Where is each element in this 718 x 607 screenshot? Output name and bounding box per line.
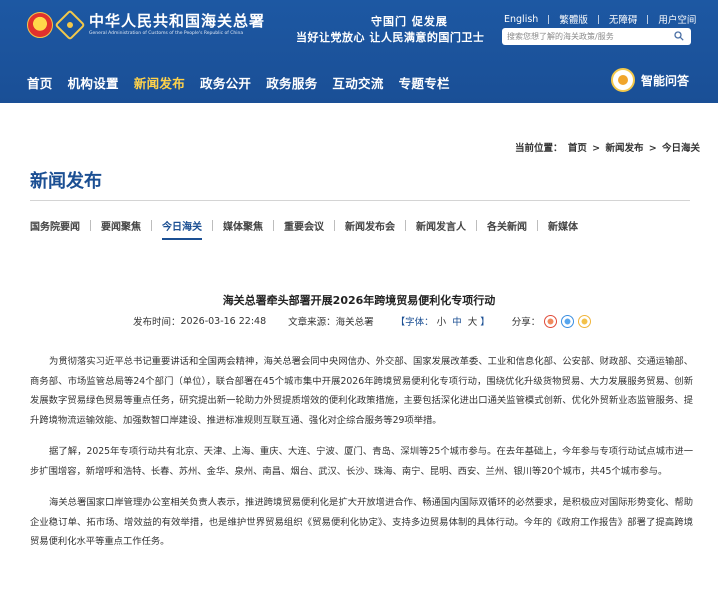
logo-subtitle: General Administration of Customs of the…	[89, 31, 244, 36]
subnav-media-focus[interactable]: 媒体聚焦	[223, 218, 263, 233]
nav-home[interactable]: 首页	[27, 73, 53, 92]
slogan-line-2: 当好让党放心 让人民满意的国门卫士	[296, 31, 485, 44]
font-size-medium-button[interactable]: 中	[452, 314, 462, 328]
slogan-line-1: 守国门 促发展	[371, 15, 448, 28]
divider	[647, 14, 649, 24]
subnav-new-media[interactable]: 新媒体	[548, 218, 578, 233]
publish-time-label: 发布时间：	[133, 317, 181, 328]
nav-government-affairs[interactable]: 政务公开	[200, 73, 251, 92]
font-size-small-button[interactable]: 小	[437, 314, 447, 328]
qq-icon[interactable]	[561, 314, 575, 328]
breadcrumb-news-release[interactable]: 新闻发布	[605, 143, 643, 154]
top-links: English 繁體版 无障碍 用户空间	[504, 12, 696, 27]
nav-news-release[interactable]: 新闻发布	[134, 73, 185, 92]
article-paragraph: 据了解，2025年专项行动共有北京、天津、上海、重庆、大连、宁波、厦门、青岛、深…	[30, 446, 693, 477]
customs-badge-icon	[54, 9, 86, 41]
main-nav: 首页 机构设置 新闻发布 政务公开 政务服务 互动交流 专题专栏	[27, 73, 465, 92]
site-header: 中华人民共和国海关总署 General Administration of Cu…	[0, 0, 718, 103]
link-english[interactable]: English	[504, 14, 538, 25]
smart-qa-label: 智能问答	[641, 73, 690, 88]
breadcrumb-home[interactable]: 首页	[568, 143, 587, 154]
font-size-large-button[interactable]: 大	[468, 314, 478, 328]
divider	[90, 220, 91, 231]
divider	[548, 14, 550, 24]
breadcrumb: 当前位置： 首页 > 新闻发布 > 今日海关	[515, 140, 702, 154]
section-divider	[30, 200, 690, 201]
subnav-spokesperson[interactable]: 新闻发言人	[416, 218, 466, 233]
qzone-icon[interactable]	[578, 314, 592, 328]
link-traditional-chinese[interactable]: 繁體版	[559, 12, 588, 26]
article-paragraph: 海关总署国家口岸管理办公室相关负责人表示，推进跨境贸易便利化是扩大开放增进合作、…	[30, 497, 693, 547]
publish-time: 2026-03-16 22:48	[180, 315, 267, 327]
sub-nav: 国务院要闻 要闻聚焦 今日海关 媒体聚焦 重要会议 新闻发布会 新闻发言人 各关…	[30, 218, 578, 240]
subnav-today-customs[interactable]: 今日海关	[162, 218, 202, 240]
subnav-news-focus[interactable]: 要闻聚焦	[101, 218, 141, 233]
nav-organization[interactable]: 机构设置	[68, 73, 119, 92]
subnav-important-meetings[interactable]: 重要会议	[284, 218, 324, 233]
source: 海关总署	[335, 317, 374, 328]
divider	[405, 220, 406, 231]
subnav-press-conference[interactable]: 新闻发布会	[345, 218, 395, 233]
link-accessibility[interactable]: 无障碍	[609, 12, 638, 26]
article-meta: 发布时间： 2026-03-16 22:48 文章来源： 海关总署 【字体： 小…	[133, 314, 592, 328]
source-label: 文章来源：	[288, 317, 336, 328]
breadcrumb-prefix: 当前位置：	[515, 143, 563, 154]
subnav-state-council-news[interactable]: 国务院要闻	[30, 218, 80, 233]
smart-qa-button[interactable]: 智能问答	[611, 68, 689, 92]
logo-text: 中华人民共和国海关总署 General Administration of Cu…	[89, 13, 265, 37]
assistant-avatar-icon	[611, 68, 635, 92]
breadcrumb-separator: >	[648, 143, 657, 154]
breadcrumb-separator: >	[592, 143, 601, 154]
font-size-label-open: 【字体：	[395, 317, 434, 328]
national-emblem-icon	[27, 12, 53, 38]
font-size-label-close: 】	[480, 317, 490, 328]
divider	[537, 220, 538, 231]
breadcrumb-current[interactable]: 今日海关	[662, 143, 700, 154]
divider	[212, 220, 213, 231]
search-input[interactable]	[502, 28, 691, 45]
article-content: 为贯彻落实习近平总书记重要讲话和全国两会精神，海关总署会同中央网信办、外交部、国…	[30, 352, 693, 564]
site-logo[interactable]: 中华人民共和国海关总署 General Administration of Cu…	[27, 9, 265, 41]
share-label: 分享：	[511, 317, 541, 328]
logo-title: 中华人民共和国海关总署	[89, 12, 266, 30]
divider	[334, 220, 335, 231]
nav-special-topics[interactable]: 专题专栏	[399, 73, 450, 92]
weibo-icon[interactable]	[544, 314, 558, 328]
nav-interaction[interactable]: 互动交流	[332, 73, 383, 92]
search-icon[interactable]	[674, 31, 684, 41]
link-user-space[interactable]: 用户空间	[658, 12, 696, 26]
subnav-local-customs-news[interactable]: 各关新闻	[487, 218, 527, 233]
divider	[597, 14, 599, 24]
article-title: 海关总署牵头部署开展2026年跨境贸易便利化专项行动	[222, 294, 496, 307]
nav-government-services[interactable]: 政务服务	[266, 73, 317, 92]
divider	[273, 220, 274, 231]
article-paragraph: 为贯彻落实习近平总书记重要讲话和全国两会精神，海关总署会同中央网信办、外交部、国…	[30, 356, 693, 426]
section-title: 新闻发布	[30, 171, 102, 192]
divider	[151, 220, 152, 231]
divider	[476, 220, 477, 231]
